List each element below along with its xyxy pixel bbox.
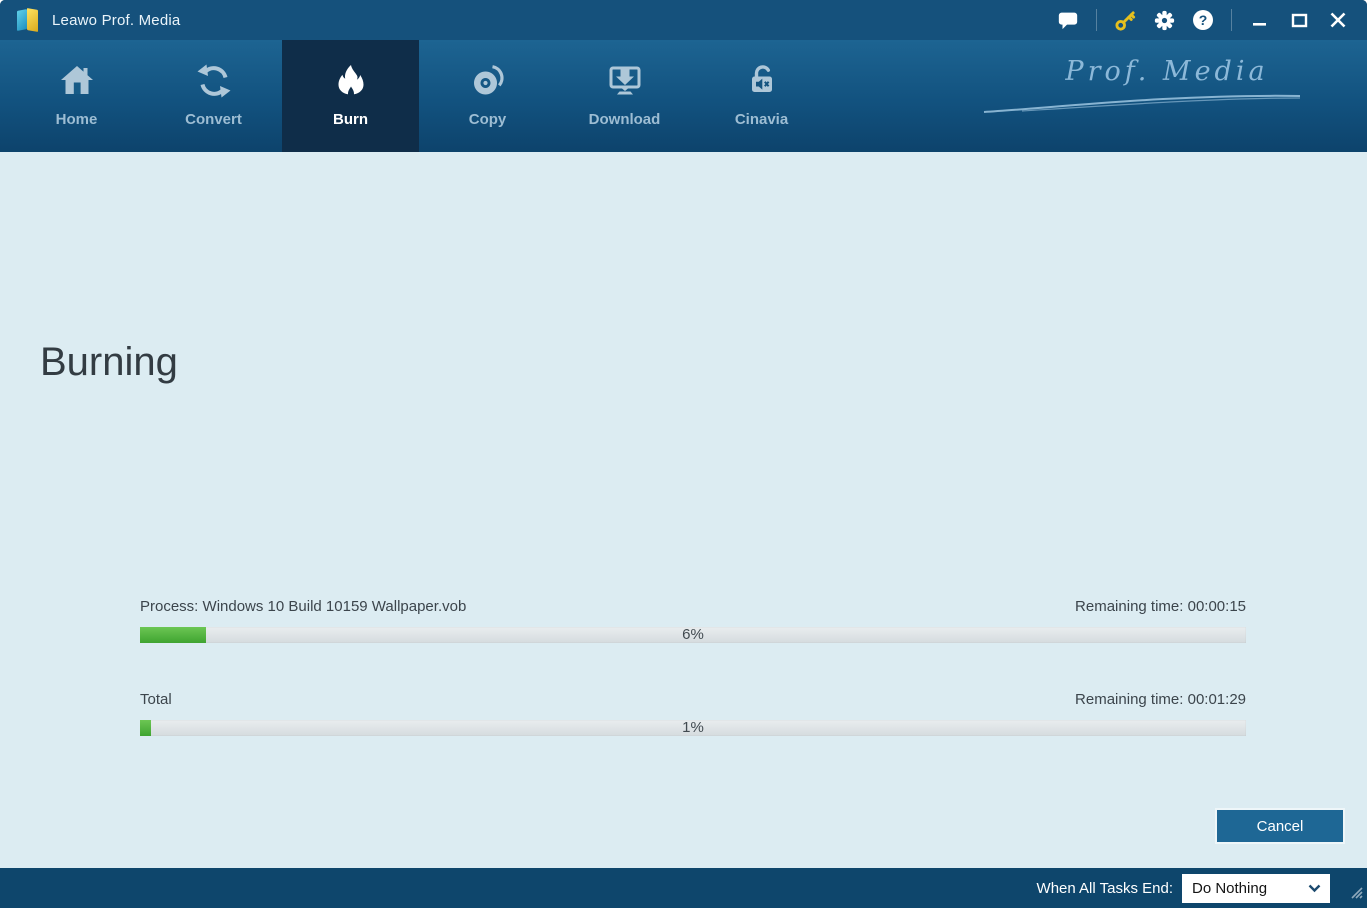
cancel-button[interactable]: Cancel bbox=[1215, 808, 1345, 844]
when-tasks-end-label: When All Tasks End: bbox=[1036, 879, 1173, 897]
maximize-icon[interactable] bbox=[1284, 5, 1314, 35]
minimize-icon[interactable] bbox=[1245, 5, 1275, 35]
tab-label: Convert bbox=[185, 111, 242, 128]
message-icon[interactable] bbox=[1053, 5, 1083, 35]
cinavia-lock-icon bbox=[744, 61, 780, 101]
process-percent-label: 6% bbox=[682, 626, 704, 643]
total-progress-bar: 1% bbox=[140, 720, 1246, 736]
key-icon[interactable] bbox=[1110, 5, 1140, 35]
tab-burn[interactable]: Burn bbox=[282, 40, 419, 152]
when-tasks-end-select[interactable]: Do Nothing bbox=[1182, 873, 1330, 903]
tab-label: Burn bbox=[333, 111, 368, 128]
tab-home[interactable]: Home bbox=[8, 40, 145, 152]
main-nav: Home Convert Burn Copy Download Cinavia … bbox=[0, 40, 1367, 152]
titlebar-separator bbox=[1096, 9, 1097, 31]
tab-label: Download bbox=[588, 111, 661, 128]
selected-option: Do Nothing bbox=[1192, 879, 1268, 897]
convert-icon bbox=[196, 61, 232, 101]
tab-convert[interactable]: Convert bbox=[145, 40, 282, 152]
tab-label: Home bbox=[55, 111, 98, 128]
titlebar-separator bbox=[1231, 9, 1232, 31]
total-percent-label: 1% bbox=[682, 719, 704, 736]
signature-swoosh-icon bbox=[983, 94, 1301, 113]
leawo-logo-icon bbox=[14, 6, 42, 34]
tab-copy[interactable]: Copy bbox=[419, 40, 556, 152]
footer-bar: When All Tasks End: Do Nothing bbox=[0, 868, 1367, 908]
close-icon[interactable] bbox=[1323, 5, 1353, 35]
tab-download[interactable]: Download bbox=[556, 40, 693, 152]
tab-cinavia[interactable]: Cinavia bbox=[693, 40, 830, 152]
gear-icon[interactable] bbox=[1149, 5, 1179, 35]
total-progress-block: Total Remaining time: 00:01:29 1% bbox=[140, 691, 1246, 736]
titlebar: Leawo Prof. Media ? bbox=[0, 0, 1367, 40]
chevron-down-icon bbox=[1308, 884, 1321, 892]
process-file-text: Process: Windows 10 Build 10159 Wallpape… bbox=[140, 598, 467, 615]
page-title: Burning bbox=[40, 340, 178, 384]
tab-label: Cinavia bbox=[734, 111, 789, 128]
prof-media-signature: Prof. Media bbox=[983, 56, 1301, 115]
help-icon[interactable]: ? bbox=[1188, 5, 1218, 35]
resize-grip[interactable] bbox=[1346, 882, 1364, 905]
download-icon bbox=[607, 61, 643, 101]
home-icon bbox=[59, 61, 95, 101]
app-title: Leawo Prof. Media bbox=[52, 11, 181, 29]
flame-icon bbox=[333, 61, 369, 101]
process-remaining-time: Remaining time: 00:00:15 bbox=[1075, 598, 1246, 615]
app-window: Leawo Prof. Media ? Home Convert Burn Co… bbox=[0, 0, 1367, 908]
burning-panel: Burning Process: Windows 10 Build 10159 … bbox=[0, 152, 1367, 868]
tab-label: Copy bbox=[468, 111, 507, 128]
disc-icon bbox=[470, 61, 506, 101]
total-remaining-time: Remaining time: 00:01:29 bbox=[1075, 691, 1246, 708]
total-label: Total bbox=[140, 691, 172, 708]
process-progress-bar: 6% bbox=[140, 627, 1246, 643]
signature-text: Prof. Media bbox=[1065, 56, 1269, 87]
process-progress-block: Process: Windows 10 Build 10159 Wallpape… bbox=[140, 598, 1246, 643]
